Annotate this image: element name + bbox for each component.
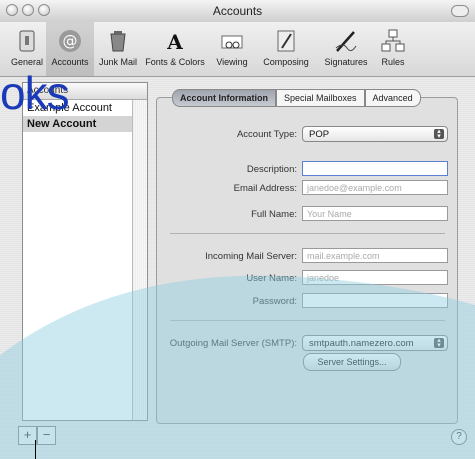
callout-pointer-line bbox=[35, 440, 36, 459]
tab-special-mailboxes[interactable]: Special Mailboxes bbox=[276, 89, 365, 107]
account-type-popup[interactable]: POP ▴ ▾ bbox=[302, 126, 448, 142]
password-label: Password: bbox=[252, 296, 297, 307]
popup-arrows-icon: ▴ ▾ bbox=[434, 128, 444, 140]
separator bbox=[170, 320, 445, 321]
toolbar-viewing[interactable]: Viewing bbox=[210, 22, 254, 76]
toolbar-toggle-button[interactable] bbox=[451, 5, 469, 17]
help-button[interactable]: ? bbox=[451, 429, 467, 445]
toolbar-fonts-colors[interactable]: A Fonts & Colors bbox=[142, 22, 208, 76]
pencil-icon bbox=[277, 30, 295, 52]
email-label: Email Address: bbox=[233, 183, 297, 194]
toolbar-signatures[interactable]: Signatures bbox=[318, 22, 374, 76]
email-field[interactable]: janedoe@example.com bbox=[302, 180, 448, 195]
overlay-logo-text: oks bbox=[0, 67, 70, 119]
popup-arrows-icon: ▴ ▾ bbox=[434, 337, 444, 349]
add-remove-controls: + − bbox=[18, 426, 56, 445]
rules-icon bbox=[381, 29, 405, 52]
incoming-server-field[interactable]: mail.example.com bbox=[302, 248, 448, 263]
tab-advanced[interactable]: Advanced bbox=[364, 89, 421, 107]
incoming-server-label: Incoming Mail Server: bbox=[205, 251, 297, 262]
font-icon: A bbox=[166, 30, 183, 54]
separator bbox=[170, 233, 445, 234]
svg-text:@: @ bbox=[63, 32, 78, 50]
accounts-list: Accounts Example Account New Account bbox=[22, 82, 148, 421]
user-name-label: User Name: bbox=[246, 273, 297, 284]
accounts-window: Accounts General @ Accounts Junk Mail A … bbox=[0, 0, 475, 459]
description-label: Description: bbox=[246, 164, 297, 175]
password-field[interactable] bbox=[302, 293, 448, 308]
full-name-label: Full Name: bbox=[251, 209, 297, 220]
trash-bag-icon bbox=[110, 31, 126, 52]
full-name-field[interactable]: Your Name bbox=[302, 206, 448, 221]
svg-text:A: A bbox=[166, 30, 183, 54]
tab-account-information[interactable]: Account Information bbox=[172, 89, 276, 107]
glasses-icon bbox=[221, 35, 243, 49]
switch-icon bbox=[19, 30, 35, 52]
smtp-label: Outgoing Mail Server (SMTP): bbox=[169, 338, 297, 349]
user-name-field[interactable]: janedoe bbox=[302, 270, 448, 285]
remove-account-button[interactable]: − bbox=[37, 426, 56, 445]
list-scrollbar[interactable] bbox=[132, 100, 147, 420]
at-sign-icon: @ bbox=[59, 30, 81, 52]
description-field[interactable] bbox=[302, 161, 448, 176]
title-bar: Accounts bbox=[0, 0, 475, 23]
smtp-server-popup[interactable]: smtpauth.namezero.com ▴ ▾ bbox=[302, 335, 448, 351]
toolbar-junk-mail[interactable]: Junk Mail bbox=[94, 22, 142, 76]
toolbar-rules[interactable]: Rules bbox=[376, 22, 410, 76]
server-settings-button[interactable]: Server Settings... bbox=[303, 353, 401, 371]
account-type-value: POP bbox=[309, 129, 330, 140]
smtp-server-value: smtpauth.namezero.com bbox=[309, 338, 414, 349]
tab-bar: Account Information Special Mailboxes Ad… bbox=[172, 89, 421, 107]
window-title: Accounts bbox=[212, 4, 263, 18]
toolbar-composing[interactable]: Composing bbox=[256, 22, 316, 76]
preferences-toolbar: General @ Accounts Junk Mail A Fonts & C… bbox=[0, 22, 475, 77]
account-type-label: Account Type: bbox=[236, 129, 297, 140]
pen-icon bbox=[335, 31, 357, 52]
